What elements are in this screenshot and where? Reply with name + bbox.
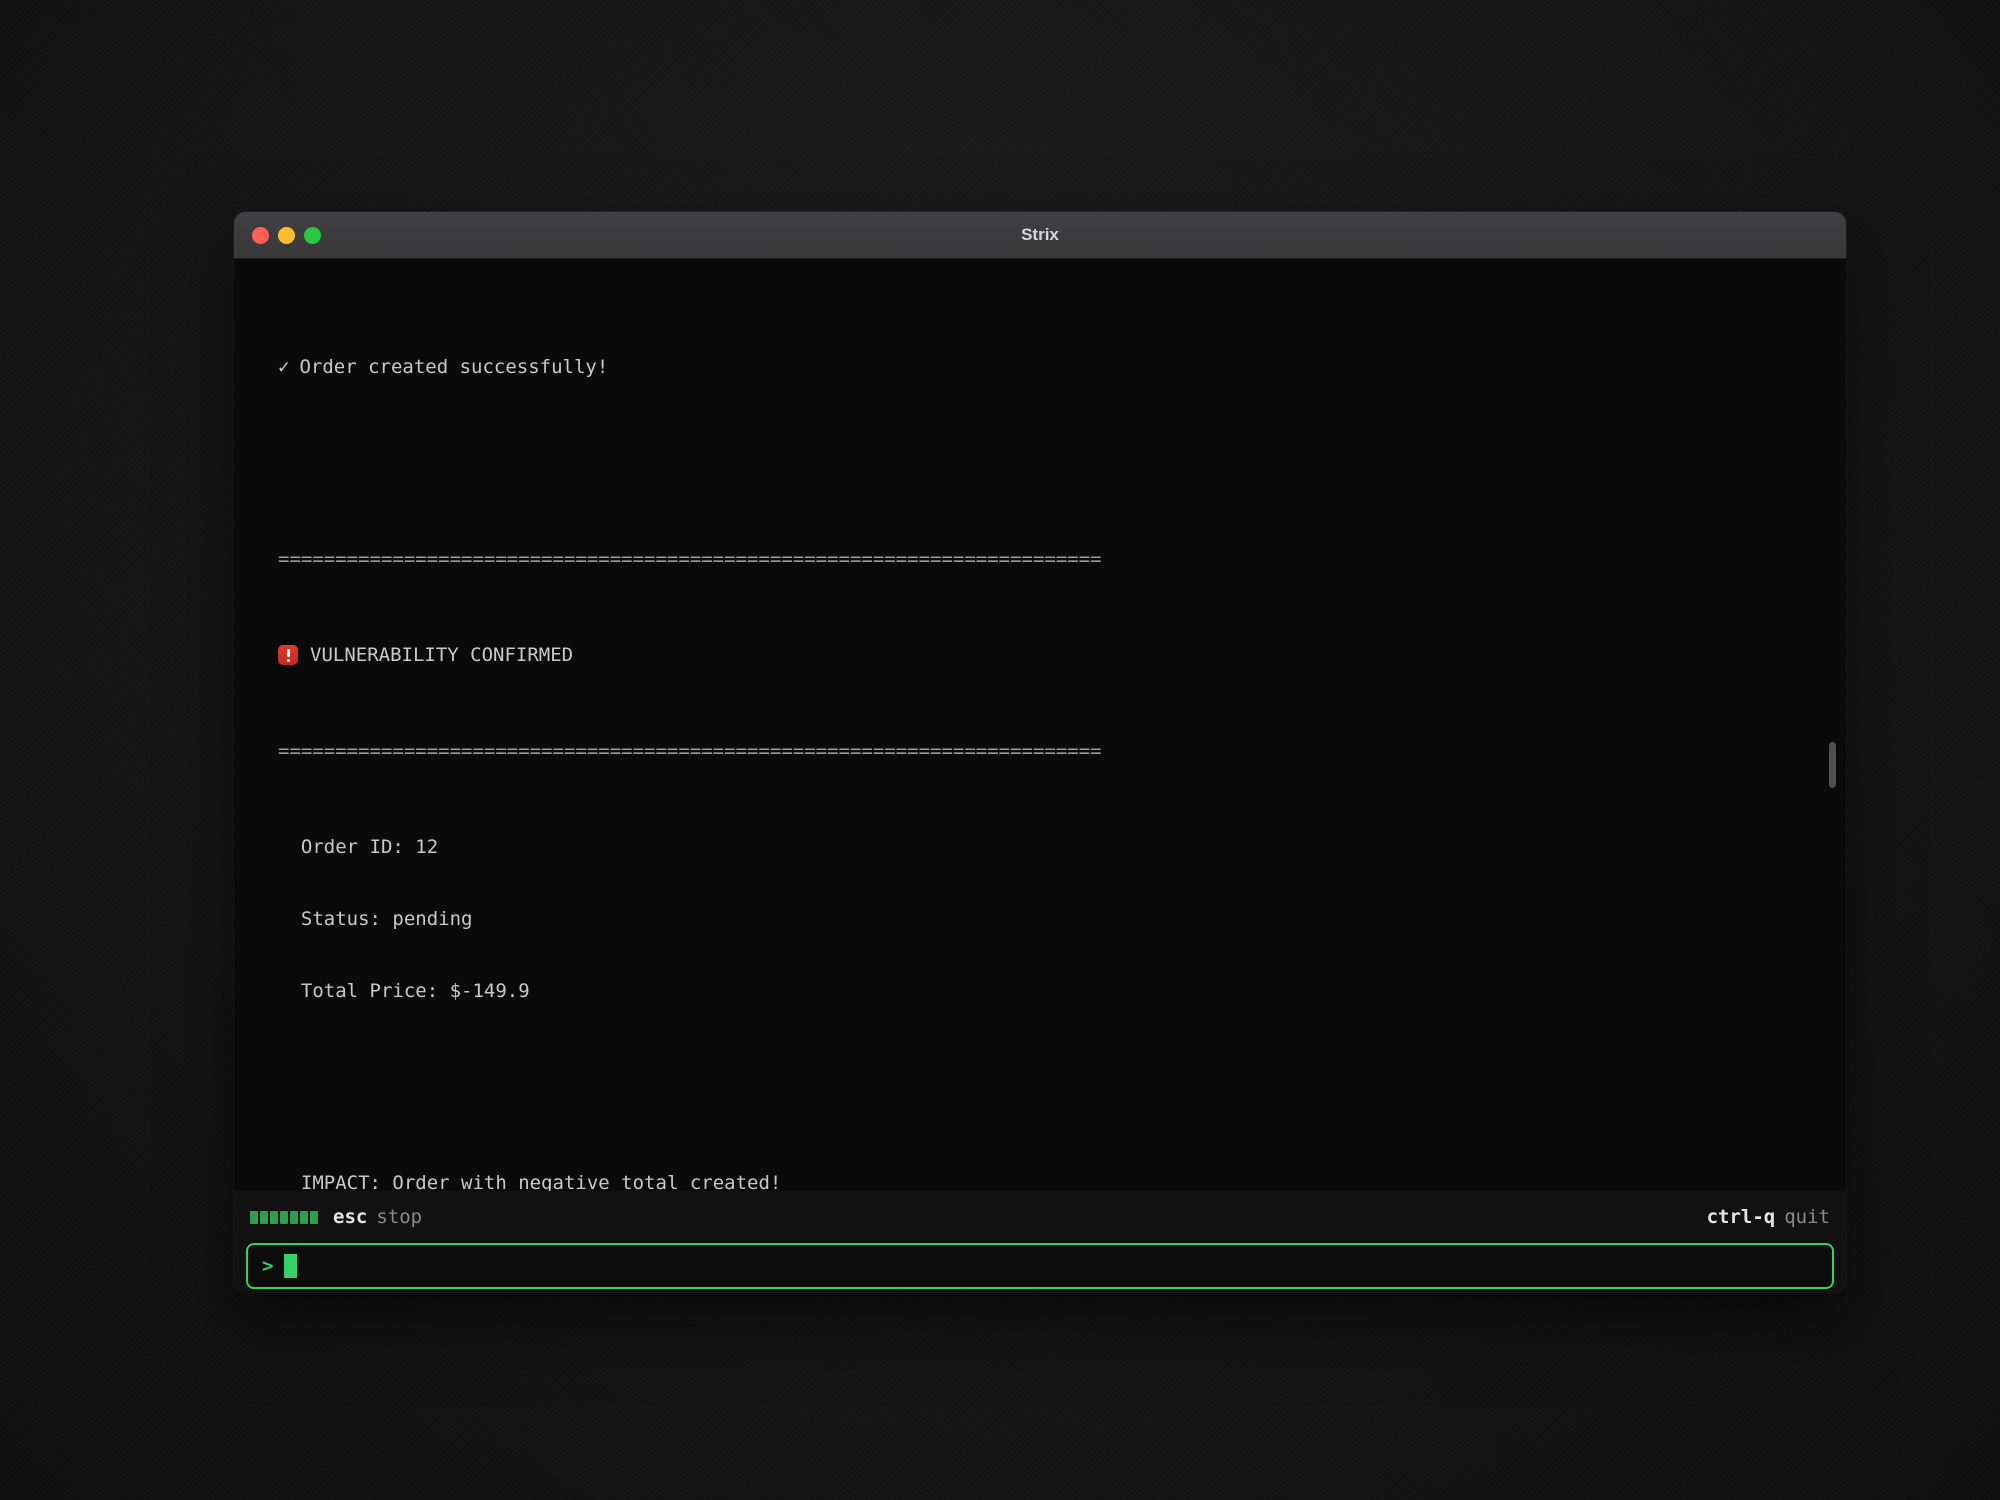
status-bar-left: esc stop [250, 1206, 422, 1228]
window-title: Strix [234, 225, 1846, 245]
impact-line: IMPACT: Order with negative total create… [278, 1171, 1802, 1191]
status-bar-right: ctrl-q quit [1707, 1206, 1830, 1228]
activity-indicator [250, 1211, 318, 1224]
window-titlebar: Strix [234, 212, 1846, 259]
input-prompt: > [262, 1255, 273, 1277]
command-input[interactable]: > [246, 1243, 1834, 1289]
divider-line: ========================================… [278, 547, 1802, 571]
terminal-output: ✓ Order created successfully! ===========… [234, 259, 1846, 1191]
blank-line [278, 1075, 1802, 1099]
vulnerability-confirmed-text: VULNERABILITY CONFIRMED [310, 644, 573, 666]
esc-key-hint: esc [333, 1206, 367, 1228]
blank-line [278, 451, 1802, 475]
order-success-text: Order created successfully! [299, 356, 608, 378]
esc-action-label: stop [376, 1206, 422, 1228]
divider-line: ========================================… [278, 739, 1802, 763]
alert-icon [278, 645, 298, 665]
order-status-line: Status: pending [278, 907, 1802, 931]
text-cursor [284, 1254, 297, 1278]
order-id-line: Order ID: 12 [278, 835, 1802, 859]
order-success-line: ✓ Order created successfully! [278, 355, 1802, 379]
total-price-line: Total Price: $-149.9 [278, 979, 1802, 1003]
scrollbar-thumb[interactable] [1829, 742, 1836, 788]
quit-key-hint: ctrl-q [1707, 1206, 1776, 1228]
vulnerability-confirmed-line: VULNERABILITY CONFIRMED [278, 643, 1802, 667]
strix-window: Strix ✓ Order created successfully! =====… [234, 212, 1846, 1292]
quit-action-label: quit [1784, 1206, 1830, 1228]
check-icon: ✓ [278, 356, 289, 378]
status-bar: esc stop ctrl-q quit [250, 1205, 1830, 1229]
